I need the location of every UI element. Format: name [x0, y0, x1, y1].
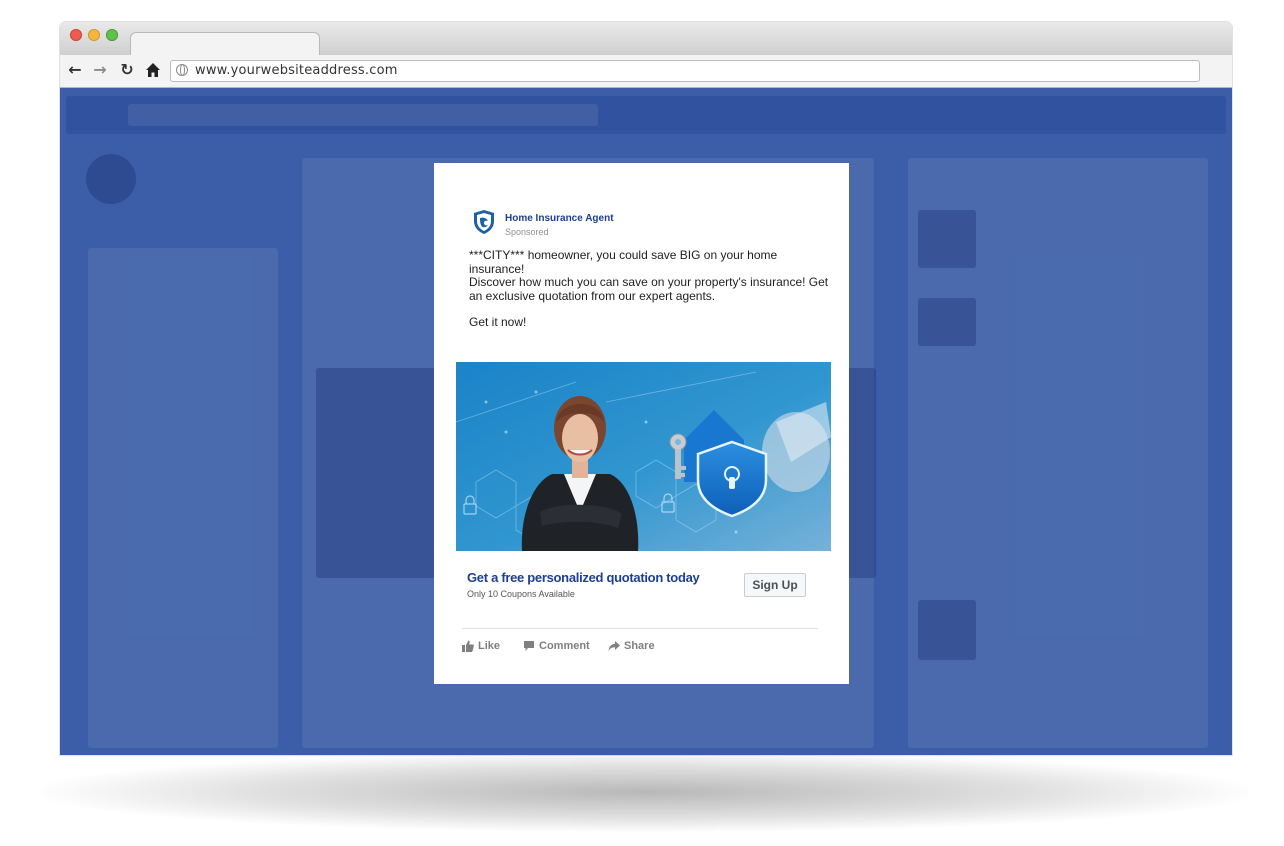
sponsored-ad-card: Home Insurance Agent Sponsored ***CITY**… — [434, 163, 849, 684]
blurred-right-thumb-2 — [918, 298, 976, 346]
blurred-sidebar-column — [88, 248, 278, 748]
browser-tab[interactable] — [130, 32, 320, 57]
ad-body-line-3: Get it now! — [469, 315, 527, 329]
url-text: www.yourwebsiteaddress.com — [195, 63, 398, 78]
thumbs-up-icon — [462, 640, 474, 652]
minimize-window-button[interactable] — [88, 29, 100, 41]
blurred-avatar — [86, 154, 136, 204]
blurred-right-thumb-1 — [918, 210, 976, 268]
cta-row: Get a free personalized quotation today … — [456, 563, 831, 613]
ad-creative-image[interactable] — [456, 362, 831, 551]
action-divider — [462, 628, 818, 629]
zoom-window-button[interactable] — [106, 29, 118, 41]
cta-subtext: Only 10 Coupons Available — [467, 589, 575, 599]
home-icon[interactable] — [142, 58, 164, 82]
browser-toolbar: ← → ↻ www.yourwebsiteaddress.com — [60, 55, 1232, 88]
comment-button[interactable]: Comment — [523, 635, 593, 657]
sign-up-button[interactable]: Sign Up — [744, 573, 806, 597]
blurred-search-field — [128, 104, 598, 126]
like-button[interactable]: Like — [462, 635, 512, 657]
cta-headline[interactable]: Get a free personalized quotation today — [467, 570, 700, 585]
browser-window: ← → ↻ www.yourwebsiteaddress.com Home In… — [60, 22, 1232, 755]
ad-body-line-2: Discover how much you can save on your p… — [469, 275, 829, 303]
blurred-right-thumb-3 — [918, 600, 976, 660]
browser-titlebar — [60, 22, 1232, 57]
address-bar[interactable]: www.yourwebsiteaddress.com — [170, 60, 1200, 82]
floor-shadow — [40, 752, 1250, 832]
ad-brand-name[interactable]: Home Insurance Agent — [505, 213, 614, 224]
page-viewport: Home Insurance Agent Sponsored ***CITY**… — [60, 88, 1232, 755]
back-arrow-icon[interactable]: ← — [64, 58, 86, 82]
share-icon — [608, 641, 620, 651]
shield-logo-icon — [474, 210, 494, 234]
comment-icon — [524, 641, 534, 651]
forward-arrow-icon[interactable]: → — [89, 58, 111, 82]
comment-label: Comment — [539, 640, 590, 652]
ad-body-line-1: ***CITY*** homeowner, you could save BIG… — [469, 248, 778, 276]
globe-icon — [176, 64, 188, 76]
close-window-button[interactable] — [70, 29, 82, 41]
like-label: Like — [478, 640, 501, 652]
share-label: Share — [624, 640, 655, 652]
post-actions: Like Comment Share — [462, 635, 822, 657]
reload-icon[interactable]: ↻ — [116, 58, 138, 82]
sponsored-label: Sponsored — [505, 227, 549, 237]
share-button[interactable]: Share — [608, 635, 668, 657]
